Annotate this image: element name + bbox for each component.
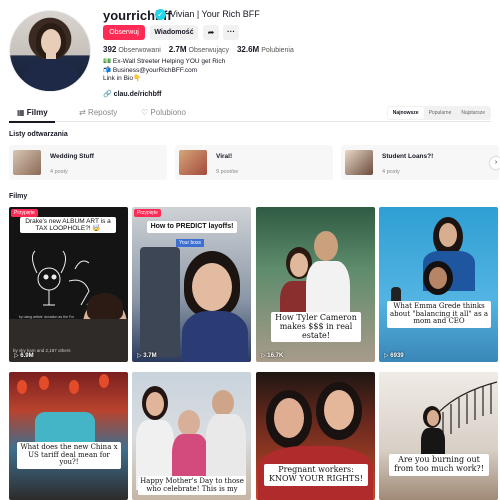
presenter-body bbox=[182, 311, 248, 362]
video-caption: Happy Mother's Day to those who celebrat… bbox=[138, 476, 246, 496]
playlists-heading: Listy odtwarzania bbox=[9, 131, 68, 138]
avatar-body bbox=[24, 59, 78, 91]
video-card[interactable]: Are you burning out from too much work?! bbox=[379, 372, 498, 500]
video-view-count: ▷ 6939 bbox=[384, 353, 404, 359]
video-card[interactable]: Przypięte Drake's new ALBUM ART is a TAX… bbox=[9, 207, 128, 362]
presenter-face bbox=[192, 263, 232, 311]
follow-button[interactable]: Obserwuj bbox=[103, 25, 145, 40]
tab-liked[interactable]: ♡ Polubiono bbox=[141, 108, 186, 117]
video-caption: What does the new China x US tariff deal… bbox=[17, 442, 121, 470]
playlist-thumbnail bbox=[179, 150, 207, 175]
video-subtag: Your boss bbox=[176, 239, 205, 247]
playlist-count: 9 postów bbox=[216, 169, 239, 175]
person-face bbox=[439, 223, 457, 247]
chevron-right-icon[interactable]: › bbox=[490, 157, 500, 169]
playlist-card[interactable]: Student Loans?! 4 posty bbox=[341, 145, 499, 180]
pinned-badge: Przypięte bbox=[11, 209, 38, 217]
profile-display-name: Vivian | Your Rich BFF bbox=[170, 9, 260, 19]
stat-following[interactable]: 392 Obserwowani bbox=[103, 45, 161, 54]
video-view-count: ▷ 16.7K bbox=[261, 353, 284, 359]
person-face-3 bbox=[212, 390, 234, 416]
background-person bbox=[140, 247, 180, 357]
bio-line: 💵 Ex-Wall Streeter Helping YOU get Rich bbox=[103, 58, 226, 65]
video-caption: How Tyler Cameron makes $$$ in real esta… bbox=[271, 312, 361, 343]
playlist-card[interactable]: Wedding Stuff 4 posty bbox=[9, 145, 167, 180]
bio-line: 📬 Business@yourRichBFF.com bbox=[103, 66, 198, 74]
sort-newest[interactable]: Najnowsze bbox=[387, 107, 424, 119]
profile-avatar[interactable] bbox=[9, 10, 91, 92]
playlist-count: 4 posty bbox=[50, 169, 68, 175]
grid-icon: ▦ bbox=[17, 108, 25, 117]
lantern-icon bbox=[17, 380, 27, 394]
playlist-title: Student Loans?! bbox=[382, 153, 434, 160]
video-card[interactable]: Pregnant workers: KNOW YOUR RIGHTS! bbox=[256, 372, 375, 500]
video-card[interactable]: Happy Mother's Day to those who celebrat… bbox=[132, 372, 251, 500]
pinned-badge: Przypięte bbox=[134, 209, 161, 217]
profile-bio: 💵 Ex-Wall Streeter Helping YOU get Rich … bbox=[103, 58, 225, 84]
repost-icon: ⇄ bbox=[79, 108, 86, 117]
sort-toggle: Najnowsze Popularne Najstarsze bbox=[386, 106, 491, 120]
video-card[interactable]: What Emma Grede thinks about "balancing … bbox=[379, 207, 498, 362]
playlist-title: Wedding Stuff bbox=[50, 153, 94, 160]
avatar-face bbox=[41, 29, 61, 55]
person-face bbox=[427, 410, 439, 426]
profile-tabs: ▦ Filmy ⇄ Reposty ♡ Polubiono Najnowsze … bbox=[9, 106, 491, 123]
lantern-icon bbox=[69, 380, 79, 394]
person-face bbox=[274, 398, 304, 438]
stat-followers[interactable]: 2.7M Obserwujący bbox=[169, 45, 229, 54]
sort-popular[interactable]: Popularne bbox=[424, 107, 457, 119]
verified-badge-icon: ✓ bbox=[155, 9, 166, 20]
person-face bbox=[146, 392, 164, 416]
video-card[interactable]: How Tyler Cameron makes $$$ in real esta… bbox=[256, 207, 375, 362]
video-card[interactable]: What does the new China x US tariff deal… bbox=[9, 372, 128, 500]
person-face-2 bbox=[324, 390, 354, 430]
lantern-icon bbox=[39, 376, 49, 390]
tab-reposts[interactable]: ⇄ Reposty bbox=[79, 108, 117, 117]
playlist-card[interactable]: Viral! 9 postów bbox=[175, 145, 333, 180]
profile-stats: 392 Obserwowani 2.7M Obserwujący 32.6M Polu… bbox=[103, 45, 300, 54]
playlist-title: Viral! bbox=[216, 153, 233, 160]
playlist-thumbnail bbox=[345, 150, 373, 175]
person-face-2 bbox=[429, 267, 447, 289]
person-face bbox=[290, 253, 308, 277]
video-caption: Pregnant workers: KNOW YOUR RIGHTS! bbox=[264, 464, 368, 486]
video-caption: What Emma Grede thinks about "balancing … bbox=[387, 301, 491, 329]
videos-heading: Filmy bbox=[9, 193, 28, 200]
sort-oldest[interactable]: Najstarsze bbox=[456, 107, 490, 119]
video-view-count: ▷ 3.7M bbox=[137, 353, 157, 359]
video-caption: Are you burning out from too much work?! bbox=[389, 454, 489, 476]
video-card[interactable]: Przypięte How to PREDICT layoffs! Your b… bbox=[132, 207, 251, 362]
heart-outline-icon: ♡ bbox=[141, 108, 149, 117]
bio-line: Link in Bio👇 bbox=[103, 75, 142, 82]
profile-link[interactable]: 🔗 clau.de/richbff bbox=[103, 90, 162, 98]
message-button[interactable]: Wiadomość bbox=[150, 25, 198, 40]
video-caption: How to PREDICT layoffs! bbox=[147, 221, 237, 233]
active-tab-underline bbox=[9, 121, 55, 123]
link-icon: 🔗 bbox=[103, 91, 112, 98]
tab-videos[interactable]: ▦ Filmy bbox=[17, 108, 48, 117]
stat-likes: 32.6M Polubienia bbox=[236, 45, 294, 54]
person-face-2 bbox=[314, 231, 338, 261]
share-arrow-icon[interactable]: ➦ bbox=[203, 25, 219, 40]
lantern-icon bbox=[99, 374, 109, 388]
more-dots-icon[interactable]: ··· bbox=[223, 25, 239, 40]
person-face-2 bbox=[178, 410, 200, 436]
playlist-count: 4 posty bbox=[382, 169, 400, 175]
video-view-count: ▷ 6.9M bbox=[14, 353, 34, 359]
video-caption: Drake's new ALBUM ART is a TAX LOOPHOLE?… bbox=[20, 217, 116, 234]
playlist-thumbnail bbox=[13, 150, 41, 175]
